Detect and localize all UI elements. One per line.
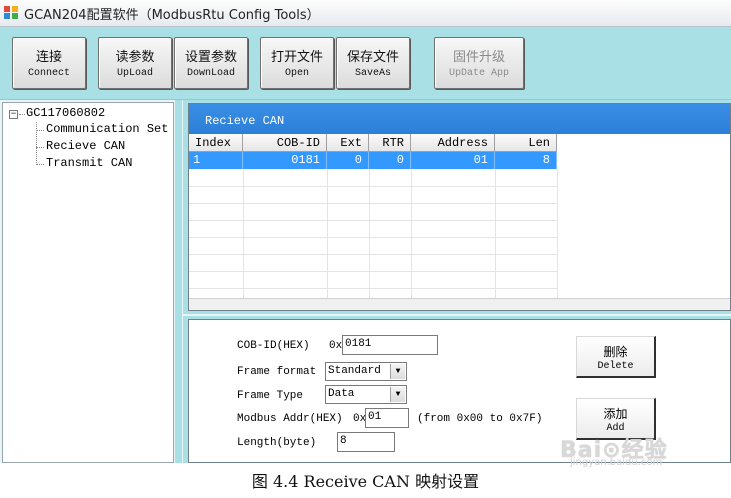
column-header-rtr[interactable]: RTR [369,134,411,152]
grid-line [327,169,328,299]
save-as-button-sublabel: SaveAs [354,68,391,79]
app-icon [4,6,20,20]
add-button-label: 添加 [603,407,628,421]
window-title: GCAN204配置软件（ModbusRtu Config Tools） [24,8,320,23]
grid-line [189,271,557,272]
collapse-icon[interactable]: − [9,110,18,119]
tree-root-device[interactable]: GC117060802 [26,106,105,120]
delete-button[interactable]: 删除 Delete [576,336,656,378]
config-tree: − GC117060802 Communication Set Recieve … [2,102,174,463]
cobid-prefix: 0x [329,340,343,352]
grid-line [189,203,557,204]
dropdown-arrow-icon[interactable]: ▼ [390,387,405,402]
connect-button[interactable]: 连接 Connect [12,37,86,89]
connect-button-sublabel: Connect [27,68,70,79]
cell-rtr[interactable]: 0 [369,152,411,169]
grid-line [189,288,557,289]
grid-line [369,169,370,299]
recieve-can-grid: Recieve CAN Index COB-ID Ext RTR Address… [188,103,731,311]
grid-title: Recieve CAN [189,104,730,134]
grid-line [495,169,496,299]
dropdown-arrow-icon[interactable]: ▼ [390,364,405,379]
tree-item-transmit-can[interactable]: Transmit CAN [46,156,132,170]
splitter[interactable] [175,100,182,463]
cell-index[interactable]: 1 [189,152,243,169]
title-bar: GCAN204配置软件（ModbusRtu Config Tools） [0,0,731,27]
grid-line [189,237,557,238]
update-app-button-sublabel: UpDate App [448,68,509,79]
open-file-button-label: 打开文件 [270,50,323,65]
tree-connector [19,114,25,115]
frame-format-select[interactable]: Standard ▼ [325,362,407,381]
upload-button-sublabel: UpLoad [116,68,153,79]
baidu-watermark: Bai⊙经验 jingyan.baidu.com [560,432,730,472]
frame-type-label: Frame Type [237,390,304,402]
cobid-input[interactable]: 0181 [342,335,438,355]
tree-item-recieve-can[interactable]: Recieve CAN [46,139,125,153]
tree-connector [36,130,44,131]
save-as-button-label: 保存文件 [346,50,399,65]
upload-button-label: 读参数 [115,50,155,65]
column-header-len[interactable]: Len [495,134,557,152]
delete-button-label: 删除 [603,345,628,359]
download-button-sublabel: DownLoad [186,68,235,79]
download-button-label: 设置参数 [184,50,237,65]
horizontal-scrollbar[interactable] [189,298,730,310]
frame-format-value: Standard [328,365,381,377]
tree-connector [36,164,44,165]
length-input[interactable]: 8 [337,432,395,452]
grid-line [189,254,557,255]
column-header-cobid[interactable]: COB-ID [243,134,327,152]
upload-button[interactable]: 读参数 UpLoad [98,37,172,89]
tree-item-communication-set[interactable]: Communication Set [46,122,168,136]
app-window: GCAN204配置软件（ModbusRtu Config Tools） 连接 C… [0,0,731,463]
grid-line [189,220,557,221]
save-as-button[interactable]: 保存文件 SaveAs [336,37,410,89]
modbus-addr-label: Modbus Addr(HEX) [237,413,343,425]
column-header-address[interactable]: Address [411,134,495,152]
grid-line [411,169,412,299]
delete-button-sublabel: Delete [597,361,634,372]
tree-connector [36,122,37,165]
cell-len[interactable]: 8 [495,152,557,169]
connect-button-label: 连接 [35,50,62,65]
open-file-button-sublabel: Open [284,68,309,79]
tree-connector [36,147,44,148]
cobid-label: COB-ID(HEX) [237,340,310,352]
download-button[interactable]: 设置参数 DownLoad [174,37,248,89]
length-label: Length(byte) [237,437,317,449]
grid-line [557,169,558,299]
cell-ext[interactable]: 0 [327,152,369,169]
frame-type-select[interactable]: Data ▼ [325,385,407,404]
open-file-button[interactable]: 打开文件 Open [260,37,334,89]
cell-cobid[interactable]: 0181 [243,152,327,169]
frame-format-label: Frame format [237,366,317,378]
modbus-addr-input[interactable]: 01 [365,408,409,428]
cell-address[interactable]: 01 [411,152,495,169]
frame-type-value: Data [328,388,355,400]
column-header-index[interactable]: Index [189,134,243,152]
update-app-button-label: 固件升级 [452,50,505,65]
modbus-addr-hint: (from 0x00 to 0x7F) [417,413,543,425]
update-app-button[interactable]: 固件升级 UpDate App [434,37,524,89]
grid-line [189,186,557,187]
watermark-url: jingyan.baidu.com [570,457,663,468]
toolbar: 连接 Connect 读参数 UpLoad 设置参数 DownLoad 打开文件… [0,27,731,100]
column-header-ext[interactable]: Ext [327,134,369,152]
grid-line [243,169,244,299]
